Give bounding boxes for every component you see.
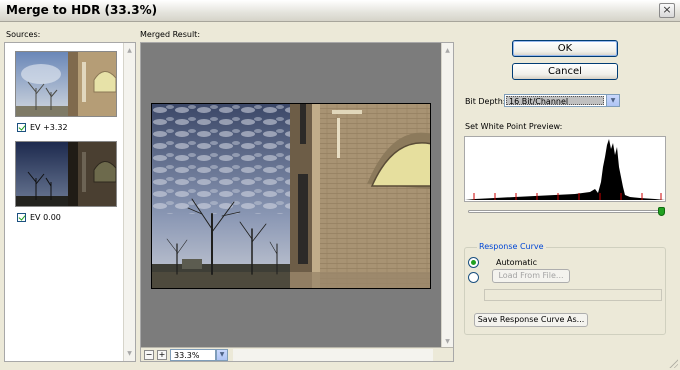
load-from-file-radio[interactable] — [468, 272, 479, 283]
merged-result-image — [151, 103, 431, 289]
white-point-label: Set White Point Preview: — [465, 122, 563, 131]
zoom-out-button[interactable]: − — [144, 350, 154, 360]
source-1-checkbox[interactable] — [17, 122, 26, 132]
histogram-graph — [465, 139, 665, 200]
title-bar: Merge to HDR (33.3%) × — [0, 0, 680, 22]
chevron-down-icon[interactable]: ▼ — [606, 95, 619, 106]
source-1-ev-label: EV +3.32 — [30, 122, 68, 132]
zoom-in-button[interactable]: + — [157, 350, 167, 360]
bit-depth-label: Bit Depth: — [465, 97, 506, 106]
source-thumbnail-2[interactable] — [15, 141, 117, 207]
sources-label: Sources: — [6, 30, 41, 39]
source-row-1: EV +3.32 — [17, 121, 68, 133]
response-curve-path-field — [484, 289, 662, 301]
sources-panel: EV +3.32 EV 0.00 ▲ ▼ — [4, 42, 136, 362]
chevron-down-icon[interactable]: ▼ — [216, 349, 228, 361]
source-2-checkbox[interactable] — [17, 212, 26, 222]
merged-result-label: Merged Result: — [140, 30, 201, 39]
sources-scrollbar[interactable]: ▲ ▼ — [123, 43, 135, 361]
bit-depth-select[interactable]: 16 Bit/Channel ▼ — [504, 94, 620, 107]
source-image-dark — [16, 142, 116, 206]
source-thumbnail-1[interactable] — [15, 51, 117, 117]
white-point-histogram — [464, 136, 666, 202]
response-curve-legend: Response Curve — [477, 242, 546, 251]
source-2-ev-label: EV 0.00 — [30, 212, 61, 222]
automatic-label: Automatic — [496, 258, 538, 267]
merged-horizontal-scrollbar[interactable] — [233, 349, 433, 361]
bit-depth-value: 16 Bit/Channel — [506, 96, 604, 106]
white-point-slider-handle[interactable] — [658, 207, 665, 216]
source-row-2: EV 0.00 — [17, 211, 61, 223]
scroll-up-icon[interactable]: ▲ — [124, 45, 135, 56]
ok-button[interactable]: OK — [512, 40, 618, 57]
zoom-level-field[interactable]: 33.3% — [170, 349, 216, 361]
scroll-down-icon[interactable]: ▼ — [124, 348, 135, 359]
load-from-file-button[interactable]: Load From File... — [492, 269, 570, 283]
merged-scrollbar[interactable]: ▲ ▼ — [441, 43, 453, 349]
automatic-radio[interactable] — [468, 257, 479, 268]
resize-grip-icon[interactable] — [668, 358, 678, 368]
merged-photo — [152, 104, 430, 288]
source-image-bright — [16, 52, 116, 116]
scroll-up-icon[interactable]: ▲ — [442, 45, 453, 56]
white-point-slider-track[interactable] — [468, 210, 662, 213]
window-title: Merge to HDR (33.3%) — [6, 3, 158, 17]
scroll-down-icon[interactable]: ▼ — [442, 336, 453, 347]
cancel-button[interactable]: Cancel — [512, 63, 618, 80]
save-response-curve-button[interactable]: Save Response Curve As... — [474, 313, 588, 327]
close-icon: × — [662, 3, 672, 16]
close-button[interactable]: × — [659, 3, 675, 18]
merged-result-panel: ▲ ▼ − + 33.3% ▼ — [140, 42, 454, 362]
zoom-bar: − + 33.3% ▼ — [141, 347, 453, 361]
